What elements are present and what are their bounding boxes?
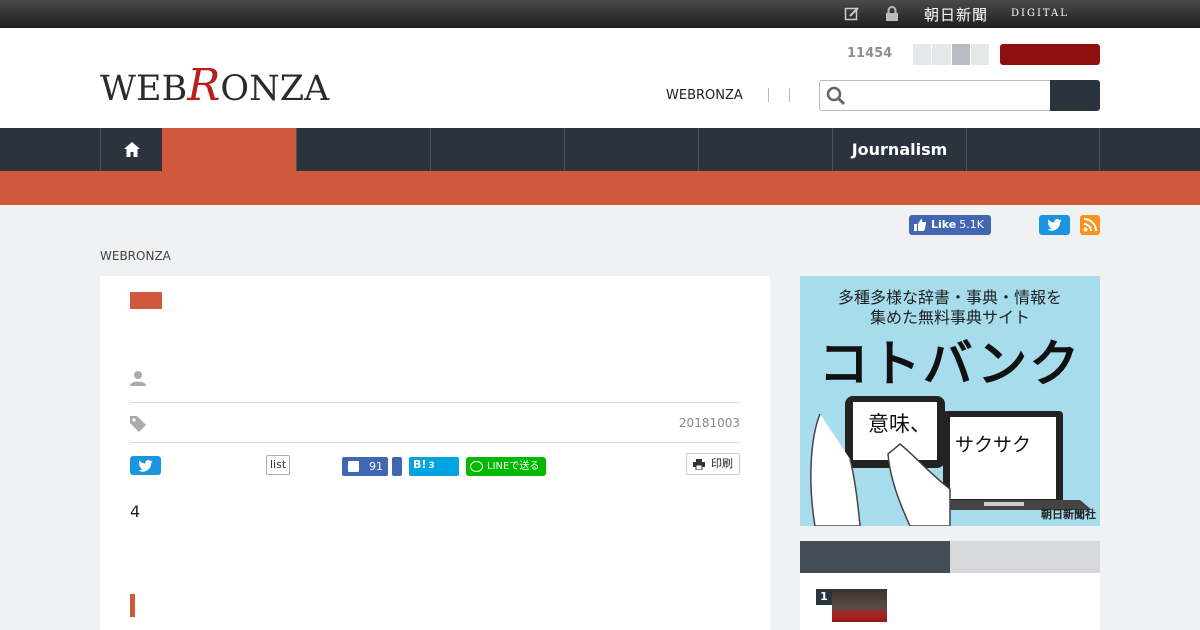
line-share-button[interactable]: LINEで送る: [466, 457, 546, 476]
thumbs-up-icon: [914, 219, 926, 231]
print-button[interactable]: 印刷: [686, 453, 740, 475]
font-size-option[interactable]: [970, 44, 989, 65]
edit-icon[interactable]: [844, 6, 860, 22]
search-icon: [826, 86, 846, 110]
nav-item[interactable]: [296, 128, 430, 171]
twitter-share-button[interactable]: [130, 456, 161, 475]
ranking-widget: 1: [800, 541, 1100, 630]
rank-number: 1: [816, 589, 832, 605]
home-icon: [124, 142, 140, 157]
ad-footer: 朝日新聞社: [1041, 508, 1096, 521]
nav-item[interactable]: [564, 128, 698, 171]
author-icon: [130, 370, 146, 390]
twitter-bird-icon: [138, 460, 153, 472]
asahi-digital-label[interactable]: DIGITAL: [1011, 8, 1069, 19]
font-size-switcher[interactable]: [913, 44, 990, 65]
facebook-share-button[interactable]: 91: [342, 457, 388, 476]
visitor-count: 11454: [847, 46, 893, 61]
printer-icon: [693, 459, 705, 470]
nav-item[interactable]: [430, 128, 564, 171]
nav-item-active[interactable]: [162, 128, 296, 171]
ranking-thumbnail[interactable]: [832, 589, 887, 622]
nav-item-journalism[interactable]: Journalism: [832, 128, 966, 171]
hatena-bookmark-button[interactable]: B! 3: [409, 457, 459, 476]
facebook-icon: [348, 461, 359, 472]
search-input[interactable]: [819, 80, 1051, 111]
font-size-option[interactable]: [932, 44, 951, 65]
twitter-list-count[interactable]: list: [266, 455, 291, 475]
login-button[interactable]: [1000, 44, 1100, 65]
font-size-option-selected[interactable]: [951, 44, 970, 65]
site-header: WEBRONZA 11454 WEBRONZA: [0, 28, 1200, 128]
tag-icon: [130, 416, 146, 436]
search-button[interactable]: [1050, 80, 1100, 111]
ranking-tab-active[interactable]: [800, 541, 950, 573]
nav-item[interactable]: [698, 128, 832, 171]
kotobank-ad[interactable]: 多種多様な辞書・事典・情報を 集めた無料事典サイト コトバンク 意味、 サクサク…: [800, 276, 1100, 526]
publish-date: 20181003: [678, 416, 740, 430]
twitter-follow-button[interactable]: [1039, 215, 1070, 235]
nav-item[interactable]: [966, 128, 1100, 171]
line-icon: [470, 461, 483, 472]
font-size-option[interactable]: [913, 44, 932, 65]
category-label[interactable]: [130, 292, 162, 309]
facebook-count-tail: [392, 457, 402, 476]
top-bar: 朝日新聞 DIGITAL: [0, 0, 1200, 28]
webronza-logo[interactable]: WEBRONZA: [100, 64, 329, 108]
ad-bubble-2: サクサク: [955, 434, 1032, 456]
header-link-webronza[interactable]: WEBRONZA: [666, 88, 743, 103]
asahi-brand[interactable]: 朝日新聞: [924, 4, 988, 25]
nav-home[interactable]: [100, 128, 162, 171]
breadcrumb[interactable]: WEBRONZA: [100, 249, 171, 263]
article-body: 4: [130, 502, 141, 521]
lock-icon[interactable]: [884, 6, 900, 22]
sub-nav-bar: [0, 171, 1200, 205]
section-heading-marker: [130, 594, 135, 617]
header-divider: [768, 88, 769, 102]
ranking-tab[interactable]: [950, 541, 1100, 573]
divider: [130, 442, 740, 443]
ad-illustration: [810, 396, 1092, 526]
divider: [130, 402, 740, 403]
rss-button[interactable]: [1080, 215, 1100, 235]
rss-icon: [1083, 218, 1097, 232]
facebook-like-button[interactable]: Like 5.1K: [909, 215, 991, 235]
article-card: 20181003 list 91 B! 3 LINEで送る 印刷 4: [100, 276, 770, 630]
twitter-bird-icon: [1047, 219, 1062, 231]
header-divider: [789, 88, 790, 102]
main-nav: Journalism: [0, 128, 1200, 171]
ad-bubble-1: 意味、: [868, 412, 931, 436]
